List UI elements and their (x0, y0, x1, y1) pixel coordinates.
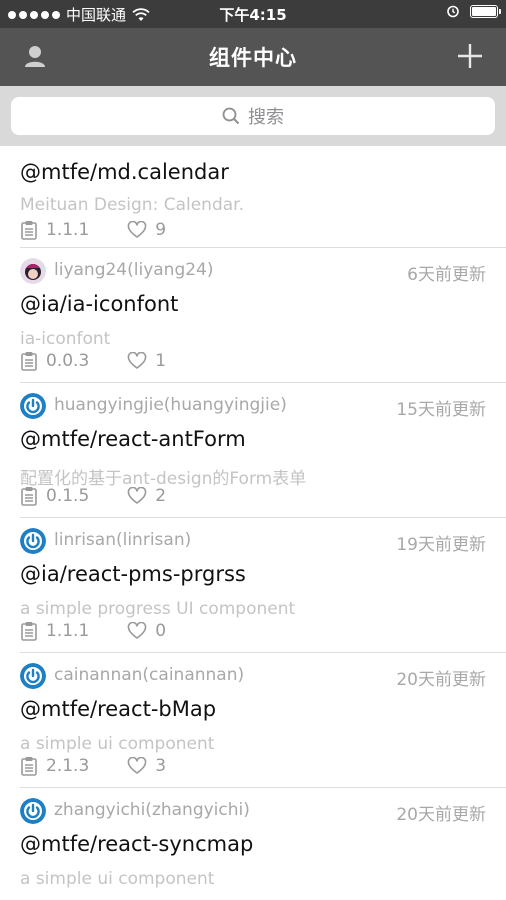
package-updated: 20天前更新 (396, 670, 486, 690)
package-card[interactable]: liyang24(liyang24) 6天前更新 @ia/ia-iconfont ia… (20, 248, 506, 383)
package-meta: 0.0.3 1 (20, 351, 166, 371)
package-author[interactable]: cainannan(cainannan) (54, 665, 244, 685)
heart-icon[interactable] (127, 622, 147, 640)
package-card[interactable]: linrisan(linrisan) 19天前更新 @ia/react-pms-pr… (20, 518, 506, 653)
version-icon (21, 221, 37, 240)
package-name[interactable]: @mtfe/react-syncmap (20, 832, 253, 856)
package-likes: 3 (155, 756, 167, 776)
package-updated: 6天前更新 (407, 265, 486, 285)
package-name[interactable]: @mtfe/md.calendar (20, 160, 229, 184)
package-list: @mtfe/md.calendar Meituan Design: Calenda… (0, 146, 506, 900)
package-likes: 0 (155, 621, 167, 641)
package-description: a simple ui component (20, 734, 215, 754)
version-icon (21, 757, 37, 776)
avatar[interactable] (20, 528, 46, 554)
search-bar: 搜索 (0, 86, 506, 146)
version-icon (21, 487, 37, 506)
status-bar: 中国联通 下午4:15 (0, 0, 506, 28)
package-updated: 19天前更新 (396, 535, 486, 555)
package-likes: 9 (155, 220, 167, 240)
battery-icon (470, 4, 501, 18)
package-description: a simple ui component (20, 869, 215, 889)
avatar[interactable] (20, 393, 46, 419)
package-author[interactable]: liyang24(liyang24) (54, 260, 214, 280)
package-meta: 1.1.1 0 (20, 621, 166, 641)
nav-bar: 组件中心 (0, 28, 506, 86)
alarm-icon (447, 5, 459, 18)
package-version: 2.1.3 (46, 756, 90, 776)
avatar[interactable] (20, 258, 46, 284)
heart-icon[interactable] (127, 352, 147, 370)
battery-level (472, 6, 496, 16)
heart-icon[interactable] (127, 487, 147, 505)
package-version: 1.1.1 (46, 621, 90, 641)
package-author[interactable]: linrisan(linrisan) (54, 530, 191, 550)
page-title: 组件中心 (209, 46, 297, 70)
package-likes: 1 (155, 351, 167, 371)
package-card[interactable]: huangyingjie(huangyingjie) 15天前更新 @mtfe/re… (20, 383, 506, 518)
package-meta: 1.1.1 9 (20, 220, 166, 240)
package-updated: 20天前更新 (396, 805, 486, 825)
package-author[interactable]: zhangyichi(zhangyichi) (54, 800, 250, 820)
package-author[interactable]: huangyingjie(huangyingjie) (54, 395, 287, 415)
package-meta: 2.1.3 3 (20, 756, 166, 776)
search-icon (222, 107, 240, 125)
package-likes: 2 (155, 486, 167, 506)
plus-icon[interactable] (454, 40, 486, 72)
package-card[interactable]: @mtfe/md.calendar Meituan Design: Calenda… (20, 146, 506, 248)
package-name[interactable]: @ia/react-pms-prgrss (20, 562, 246, 586)
package-name[interactable]: @mtfe/react-antForm (20, 427, 246, 451)
screen: 中国联通 下午4:15 组件中心 搜索 @mtfe/md.calendar Me… (0, 0, 506, 900)
package-description: Meituan Design: Calendar. (20, 195, 244, 215)
package-card[interactable]: cainannan(cainannan) 20天前更新 @mtfe/react-bM… (20, 653, 506, 788)
version-icon (21, 622, 37, 641)
avatar[interactable] (20, 663, 46, 689)
avatar[interactable] (20, 798, 46, 824)
search-placeholder: 搜索 (248, 107, 284, 128)
heart-icon[interactable] (127, 757, 147, 775)
search-input[interactable]: 搜索 (11, 97, 495, 135)
status-time: 下午4:15 (219, 6, 287, 24)
package-version: 0.1.5 (46, 486, 90, 506)
package-name[interactable]: @mtfe/react-bMap (20, 697, 216, 721)
package-version: 0.0.3 (46, 351, 90, 371)
heart-icon[interactable] (127, 221, 147, 239)
status-right (446, 4, 501, 18)
package-name[interactable]: @ia/ia-iconfont (20, 292, 178, 316)
package-meta: 0.1.5 2 (20, 486, 166, 506)
package-card[interactable]: zhangyichi(zhangyichi) 20天前更新 @mtfe/react-… (20, 788, 506, 900)
package-description: ia-iconfont (20, 329, 111, 349)
package-version: 1.1.1 (46, 220, 90, 240)
package-updated: 15天前更新 (396, 400, 486, 420)
version-icon (21, 352, 37, 371)
package-description: a simple progress UI component (20, 599, 296, 619)
